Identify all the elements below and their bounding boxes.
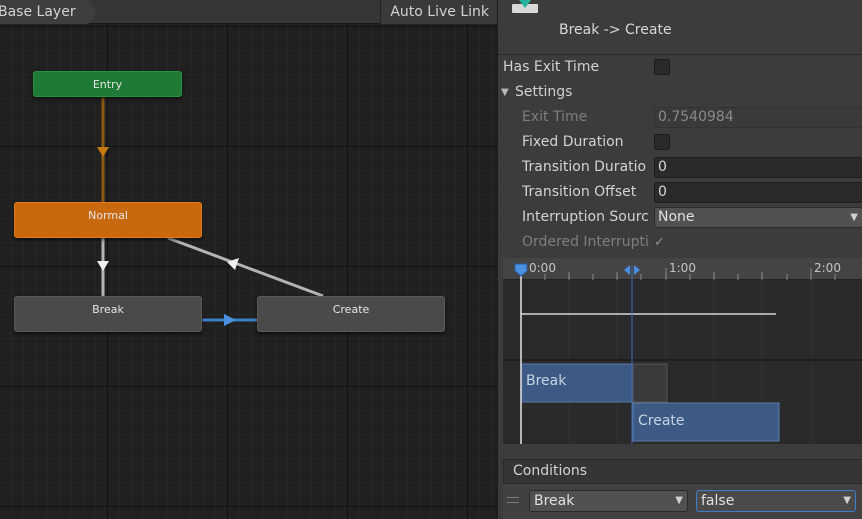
interruption-source-row: Interruption Sourc None ▼	[498, 205, 862, 230]
conditions-label: Conditions	[513, 463, 588, 479]
fixed-duration-checkbox[interactable]	[654, 134, 670, 150]
state-node-entry[interactable]: Entry	[33, 71, 182, 97]
fixed-duration-label: Fixed Duration	[522, 134, 624, 150]
transition-offset-label: Transition Offset	[522, 184, 637, 200]
auto-live-link-button[interactable]: Auto Live Link	[380, 0, 497, 24]
settings-label: Settings	[515, 84, 573, 100]
inspector-title: Break -> Create	[559, 22, 672, 38]
transition-arrow-normal-break	[97, 261, 109, 271]
transition-offset-row: Transition Offset 0	[498, 180, 862, 205]
has-exit-time-checkbox[interactable]	[654, 59, 670, 75]
has-exit-time-label: Has Exit Time	[503, 59, 600, 75]
condition-parameter-dropdown[interactable]: Break ▼	[529, 490, 688, 512]
state-node-break[interactable]: Break	[14, 296, 202, 332]
inspector-panel: Break -> Create Has Exit Time ▼ Settings…	[497, 0, 862, 519]
transition-icon	[512, 0, 538, 13]
chevron-down-icon: ▼	[850, 212, 858, 223]
transition-duration-label: Transition Duratio	[522, 159, 647, 175]
has-exit-time-row: Has Exit Time	[498, 55, 862, 80]
state-node-normal[interactable]: Normal	[14, 202, 202, 238]
transition-duration-row: Transition Duratio 0	[498, 155, 862, 180]
destination-state-bar-label: Create	[638, 413, 685, 429]
interruption-source-dropdown[interactable]: None ▼	[654, 207, 862, 228]
exit-time-field: 0.7540984	[654, 107, 862, 128]
interruption-source-value: None	[658, 209, 695, 225]
state-node-label: Normal	[88, 209, 128, 222]
fixed-duration-row: Fixed Duration	[498, 130, 862, 155]
transition-offset-field[interactable]: 0	[654, 182, 862, 203]
inspector-header: Break -> Create	[498, 0, 862, 55]
drag-handle-icon[interactable]	[507, 497, 519, 503]
foldout-arrow-icon[interactable]: ▼	[501, 80, 509, 105]
state-node-label: Create	[332, 303, 370, 316]
ordered-interruption-row: Ordered Interruptic ✓	[498, 230, 862, 255]
source-state-bar-label: Break	[526, 373, 567, 389]
animator-graph[interactable]: Base Layer Auto Live Link Entry Normal B…	[0, 0, 497, 519]
exit-time-label: Exit Time	[522, 109, 588, 125]
transition-arrow-break-create	[224, 314, 236, 326]
conditions-header: Conditions	[503, 459, 862, 484]
interruption-source-label: Interruption Sourc	[522, 209, 649, 225]
state-node-label: Entry	[92, 78, 123, 91]
state-node-label: Break	[92, 303, 124, 316]
transition-duration-field[interactable]: 0	[654, 157, 862, 178]
condition-parameter-value: Break	[534, 493, 575, 509]
conditions-list: Break ▼ false ▼	[503, 484, 862, 519]
state-node-create[interactable]: Create	[257, 296, 445, 332]
transition-overlap-bar[interactable]	[632, 363, 668, 403]
graph-toolbar: Base Layer Auto Live Link	[0, 0, 497, 24]
transition-arrow-entry-normal	[97, 147, 109, 157]
transition-timeline[interactable]: 0:00 1:00 2:00 Break Create	[503, 258, 862, 444]
settings-foldout[interactable]: ▼ Settings	[498, 80, 862, 105]
exit-time-row: Exit Time 0.7540984	[498, 105, 862, 130]
condition-value-dropdown[interactable]: false ▼	[696, 490, 856, 512]
playhead-marker-icon[interactable]	[514, 263, 528, 277]
transition-create-normal[interactable]	[167, 236, 324, 298]
condition-value: false	[701, 493, 735, 509]
checkmark-icon: ✓	[654, 235, 665, 250]
breadcrumb-base-layer[interactable]: Base Layer	[0, 0, 97, 24]
chevron-down-icon: ▼	[843, 495, 851, 506]
ordered-interruption-label: Ordered Interruptic	[522, 234, 650, 250]
chevron-down-icon: ▼	[675, 495, 683, 506]
